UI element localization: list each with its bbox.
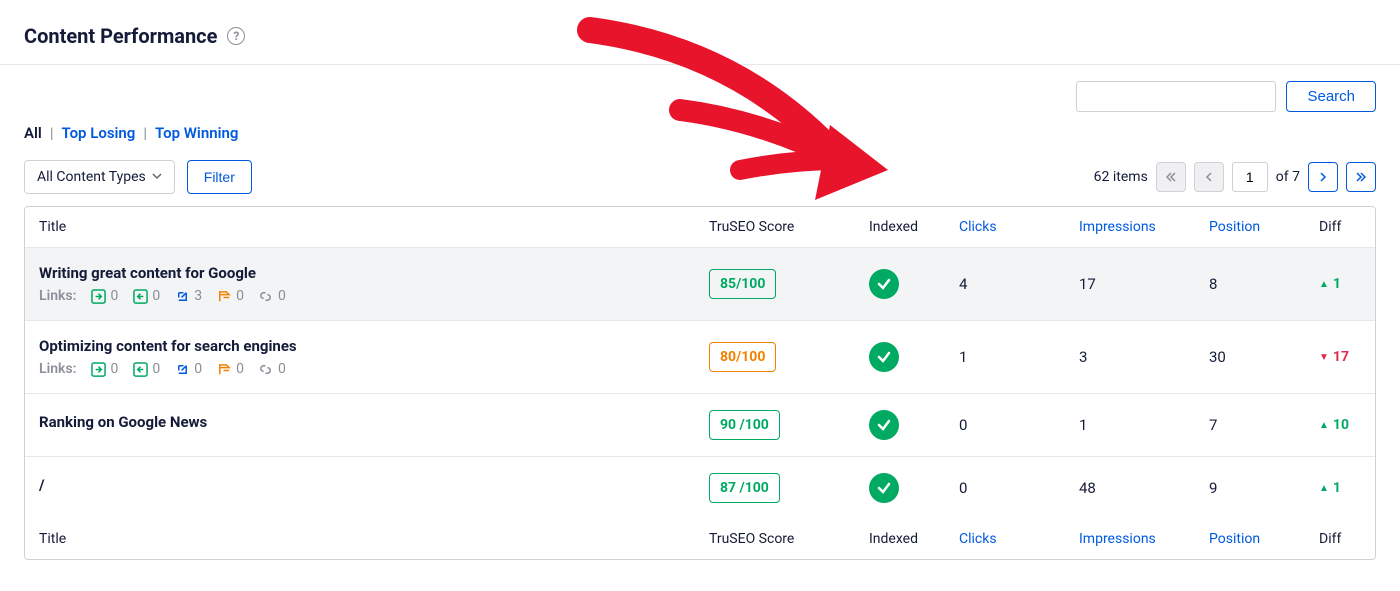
impressions-value: 17 (1079, 275, 1209, 293)
impressions-value: 48 (1079, 479, 1209, 497)
chain-icon (258, 288, 274, 304)
indexed-check-icon (869, 269, 899, 299)
table-row[interactable]: Optimizing content for search engines Lin… (25, 320, 1375, 393)
truseo-score: 90 /100 (709, 410, 780, 440)
inbound-icon (90, 361, 106, 377)
diff-arrow-icon: ▼ (1319, 352, 1329, 363)
outbound-icon (132, 361, 148, 377)
diff-value: ▲10 (1319, 417, 1376, 433)
clicks-value: 0 (959, 416, 1079, 434)
chain-icon (258, 361, 274, 377)
diff-arrow-icon: ▲ (1319, 420, 1329, 431)
th-title: Title (39, 219, 709, 235)
links-outbound[interactable]: 0 (132, 361, 160, 377)
clicks-value: 0 (959, 479, 1079, 497)
position-value: 9 (1209, 479, 1319, 497)
diff-arrow-icon: ▲ (1319, 279, 1329, 290)
page-input[interactable] (1232, 162, 1268, 192)
links-row: Links:00300 (39, 288, 709, 304)
links-chain[interactable]: 0 (258, 288, 286, 304)
items-count: 62 items (1094, 169, 1148, 185)
page-title: Content Performance ? (24, 24, 1376, 48)
th-position[interactable]: Position (1209, 219, 1319, 235)
tf-diff: Diff (1319, 531, 1376, 547)
help-icon[interactable]: ? (227, 27, 245, 45)
table-header: Title TruSEO Score Indexed Clicks Impres… (25, 207, 1375, 247)
links-inbound[interactable]: 0 (90, 288, 118, 304)
tf-title: Title (39, 531, 709, 547)
diff-value: ▲1 (1319, 276, 1376, 292)
affiliate-icon (216, 288, 232, 304)
position-value: 7 (1209, 416, 1319, 434)
content-types-label: All Content Types (37, 169, 146, 185)
th-clicks[interactable]: Clicks (959, 219, 1079, 235)
th-diff: Diff (1319, 219, 1376, 235)
external-icon (174, 361, 190, 377)
table-row[interactable]: /87 /100 0489▲1 (25, 456, 1375, 519)
affiliate-icon (216, 361, 232, 377)
indexed-check-icon (869, 473, 899, 503)
last-page-button[interactable] (1346, 162, 1376, 192)
first-page-button[interactable] (1156, 162, 1186, 192)
th-impressions[interactable]: Impressions (1079, 219, 1209, 235)
links-chain[interactable]: 0 (258, 361, 286, 377)
impressions-value: 1 (1079, 416, 1209, 434)
tf-impressions[interactable]: Impressions (1079, 531, 1209, 547)
tf-indexed: Indexed (869, 531, 959, 547)
filter-tabs: All | Top Losing | Top Winning (24, 124, 1376, 142)
tab-top-losing[interactable]: Top Losing (61, 124, 135, 142)
inbound-icon (90, 288, 106, 304)
row-title[interactable]: Optimizing content for search engines (39, 337, 709, 355)
links-external[interactable]: 3 (174, 288, 202, 304)
tab-all[interactable]: All (24, 124, 42, 142)
indexed-check-icon (869, 342, 899, 372)
truseo-score: 80/100 (709, 342, 776, 372)
filter-button[interactable]: Filter (187, 160, 252, 194)
truseo-score: 85/100 (709, 269, 776, 299)
clicks-value: 4 (959, 275, 1079, 293)
search-button[interactable]: Search (1286, 81, 1376, 112)
content-table: Title TruSEO Score Indexed Clicks Impres… (24, 206, 1376, 560)
next-page-button[interactable] (1308, 162, 1338, 192)
tf-position[interactable]: Position (1209, 531, 1319, 547)
chevron-down-icon (152, 171, 162, 184)
pagination: 62 items of 7 (1094, 162, 1376, 192)
diff-value: ▲1 (1319, 480, 1376, 496)
links-label: Links: (39, 361, 76, 377)
content-types-dropdown[interactable]: All Content Types (24, 160, 175, 194)
links-outbound[interactable]: 0 (132, 288, 160, 304)
table-row[interactable]: Writing great content for GoogleLinks:00… (25, 247, 1375, 320)
truseo-score: 87 /100 (709, 473, 780, 503)
links-row: Links:00000 (39, 361, 709, 377)
page-title-text: Content Performance (24, 24, 217, 48)
tab-top-winning[interactable]: Top Winning (155, 124, 238, 142)
prev-page-button[interactable] (1194, 162, 1224, 192)
th-score: TruSEO Score (709, 219, 869, 235)
tf-clicks[interactable]: Clicks (959, 531, 1079, 547)
links-affiliate[interactable]: 0 (216, 361, 244, 377)
outbound-icon (132, 288, 148, 304)
position-value: 30 (1209, 348, 1319, 366)
tf-score: TruSEO Score (709, 531, 869, 547)
table-row[interactable]: Ranking on Google News90 /100 017▲10 (25, 393, 1375, 456)
external-icon (174, 288, 190, 304)
row-title[interactable]: / (39, 476, 709, 494)
table-footer: Title TruSEO Score Indexed Clicks Impres… (25, 519, 1375, 559)
search-input[interactable] (1076, 81, 1276, 112)
impressions-value: 3 (1079, 348, 1209, 366)
th-indexed: Indexed (869, 219, 959, 235)
diff-arrow-icon: ▲ (1319, 483, 1329, 494)
indexed-check-icon (869, 410, 899, 440)
page-of-label: of 7 (1276, 169, 1300, 185)
clicks-value: 1 (959, 348, 1079, 366)
diff-value: ▼17 (1319, 349, 1376, 365)
links-label: Links: (39, 288, 76, 304)
row-title[interactable]: Writing great content for Google (39, 264, 709, 282)
links-affiliate[interactable]: 0 (216, 288, 244, 304)
links-inbound[interactable]: 0 (90, 361, 118, 377)
position-value: 8 (1209, 275, 1319, 293)
row-title[interactable]: Ranking on Google News (39, 413, 709, 431)
links-external[interactable]: 0 (174, 361, 202, 377)
